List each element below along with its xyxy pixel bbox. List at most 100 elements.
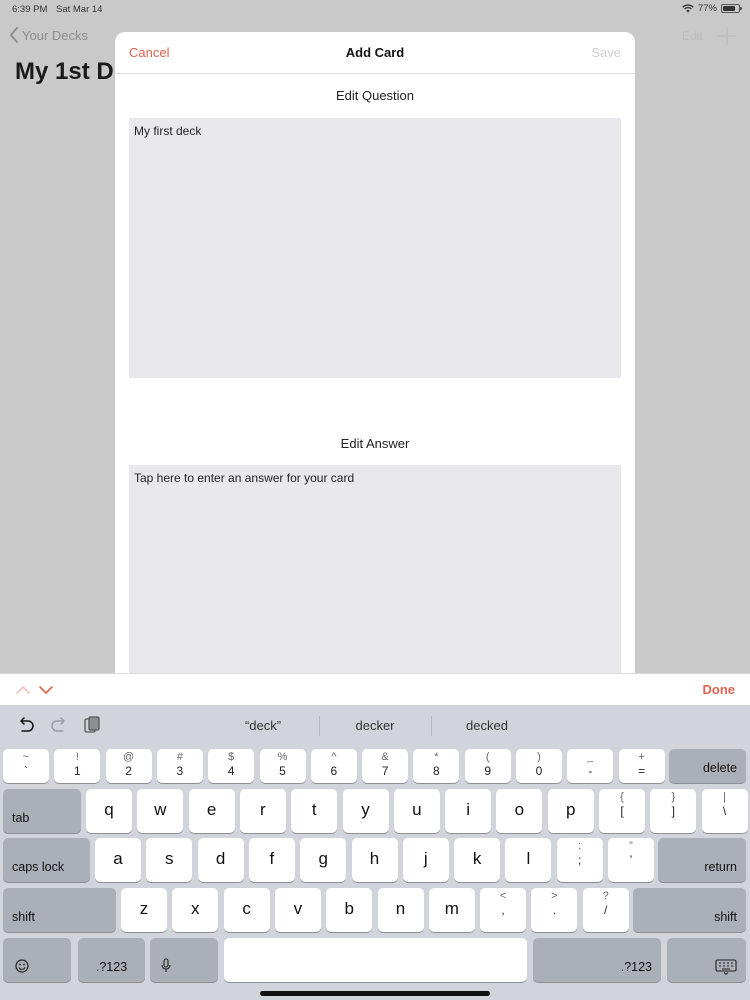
key-symbol[interactable]: * 8 xyxy=(413,749,460,783)
key-letter-label: s xyxy=(165,849,174,868)
key-letter[interactable]: o xyxy=(496,789,543,833)
key-symbol[interactable]: <, xyxy=(480,888,527,932)
key-symbol[interactable]: ”’ xyxy=(608,838,654,882)
key-letter[interactable]: c xyxy=(223,888,270,932)
key-symbol[interactable]: ) 0 xyxy=(516,749,562,783)
key-letter[interactable]: k xyxy=(454,838,501,882)
key-shift-char: ) xyxy=(537,751,541,763)
key-letter[interactable]: m xyxy=(428,888,475,932)
numbers-key-right[interactable]: .?123 xyxy=(533,938,661,982)
chevron-up-icon[interactable] xyxy=(15,684,31,696)
key-letter[interactable]: n xyxy=(377,888,424,932)
save-button[interactable]: Save xyxy=(591,45,621,60)
emoji-key[interactable] xyxy=(3,938,71,982)
microphone-icon xyxy=(161,958,171,972)
key-char: 3 xyxy=(176,764,184,778)
key-letter[interactable]: h xyxy=(351,838,398,882)
key-letter[interactable]: x xyxy=(172,888,219,932)
key-symbol[interactable]: @2 xyxy=(105,749,152,783)
key-letter[interactable]: l xyxy=(505,838,552,882)
key-letter[interactable]: b xyxy=(326,888,373,932)
caps-lock-key[interactable]: caps lock xyxy=(3,838,90,882)
key-symbol[interactable]: + = xyxy=(618,749,665,783)
key-shift-char: _ xyxy=(587,751,594,763)
key-letter[interactable]: a xyxy=(95,838,141,882)
suggestion-2[interactable]: decker xyxy=(319,718,431,733)
shift-key-right[interactable]: shift xyxy=(633,888,746,932)
key-shift-char: $ xyxy=(228,751,235,763)
key-letter[interactable]: s xyxy=(146,838,193,882)
key-shift-char: } xyxy=(671,791,676,803)
key-letter[interactable]: e xyxy=(188,789,235,833)
key-letter[interactable]: p xyxy=(547,789,594,833)
shift-key-left[interactable]: shift xyxy=(3,888,116,932)
tab-key[interactable]: tab xyxy=(3,789,81,833)
question-textarea[interactable]: My first deck xyxy=(129,118,621,378)
key-char: ; xyxy=(578,853,582,867)
chevron-down-icon[interactable] xyxy=(38,684,54,696)
back-button[interactable]: Your Decks xyxy=(8,26,88,44)
key-shift-char: > xyxy=(551,890,558,902)
key-letter[interactable]: z xyxy=(121,888,167,932)
key-letter[interactable]: t xyxy=(291,789,338,833)
key-symbol[interactable]: ^ 6 xyxy=(310,749,357,783)
key-symbol[interactable]: $4 xyxy=(208,749,255,783)
paste-icon[interactable] xyxy=(82,715,102,735)
key-char: 2 xyxy=(125,764,132,778)
key-letter[interactable]: f xyxy=(248,838,295,882)
key-letter[interactable]: j xyxy=(402,838,449,882)
key-letter[interactable]: w xyxy=(137,789,184,833)
answer-textarea[interactable]: Tap here to enter an answer for your car… xyxy=(129,465,621,692)
key-letter[interactable]: y xyxy=(342,789,389,833)
answer-label: Edit Answer xyxy=(340,436,410,451)
key-char: ] xyxy=(671,804,675,818)
key-letter-label: i xyxy=(466,800,470,819)
edit-button[interactable]: Edit xyxy=(682,29,703,43)
key-letter[interactable]: q xyxy=(86,789,132,833)
redo-icon[interactable] xyxy=(49,715,69,735)
key-letter[interactable]: v xyxy=(274,888,321,932)
key-symbol[interactable]: #3 xyxy=(156,749,203,783)
key-letter[interactable]: d xyxy=(197,838,244,882)
key-symbol[interactable]: (9 xyxy=(464,749,511,783)
key-symbol[interactable]: >. xyxy=(531,888,578,932)
undo-icon[interactable] xyxy=(16,715,36,735)
keyboard-dismiss-icon xyxy=(715,959,737,975)
key-symbol[interactable]: }] xyxy=(650,789,697,833)
add-icon[interactable] xyxy=(715,24,739,48)
return-key[interactable]: return xyxy=(658,838,746,882)
space-bar[interactable] xyxy=(224,938,527,982)
key-char: - xyxy=(588,764,593,778)
key-symbol[interactable]: % 5 xyxy=(259,749,306,783)
key-letter-label: n xyxy=(395,899,406,918)
key-symbol[interactable]: _ - xyxy=(567,749,614,783)
key-symbol[interactable]: ~ ` xyxy=(3,749,49,783)
sheet-header: Cancel Add Card Save xyxy=(115,32,635,74)
deck-title: My 1st D xyxy=(15,58,114,85)
caps-lock-key-label: caps lock xyxy=(12,860,65,874)
dictation-key[interactable] xyxy=(150,938,218,982)
key-symbol[interactable]: ? / xyxy=(582,888,629,932)
shortcut-bar: “deck” decker decked xyxy=(0,705,750,745)
key-letter-label: d xyxy=(215,849,226,868)
suggestion-3[interactable]: decked xyxy=(431,718,543,733)
suggestion-1[interactable]: “deck” xyxy=(207,718,319,733)
key-symbol[interactable]: & 7 xyxy=(362,749,409,783)
key-letter[interactable]: g xyxy=(300,838,347,882)
numbers-key-left[interactable]: .?123 xyxy=(78,938,145,982)
key-letter[interactable]: r xyxy=(239,789,286,833)
key-symbol[interactable]: :; xyxy=(556,838,603,882)
key-letter[interactable]: i xyxy=(445,789,492,833)
key-char: ` xyxy=(24,764,28,778)
key-symbol[interactable]: | \ xyxy=(701,789,748,833)
delete-key[interactable]: delete xyxy=(669,749,746,783)
done-button[interactable]: Done xyxy=(703,682,736,697)
key-letter[interactable]: u xyxy=(393,789,440,833)
hide-keyboard-key[interactable] xyxy=(667,938,746,982)
key-symbol[interactable]: ! 1 xyxy=(54,749,101,783)
status-indicators: 77% xyxy=(682,3,742,14)
key-symbol[interactable]: {[ xyxy=(599,789,645,833)
status-bar: 6:39 PM Sat Mar 14 77% xyxy=(0,0,750,18)
numbers-key-right-label: .?123 xyxy=(620,960,652,974)
key-letter-label: j xyxy=(423,849,428,868)
